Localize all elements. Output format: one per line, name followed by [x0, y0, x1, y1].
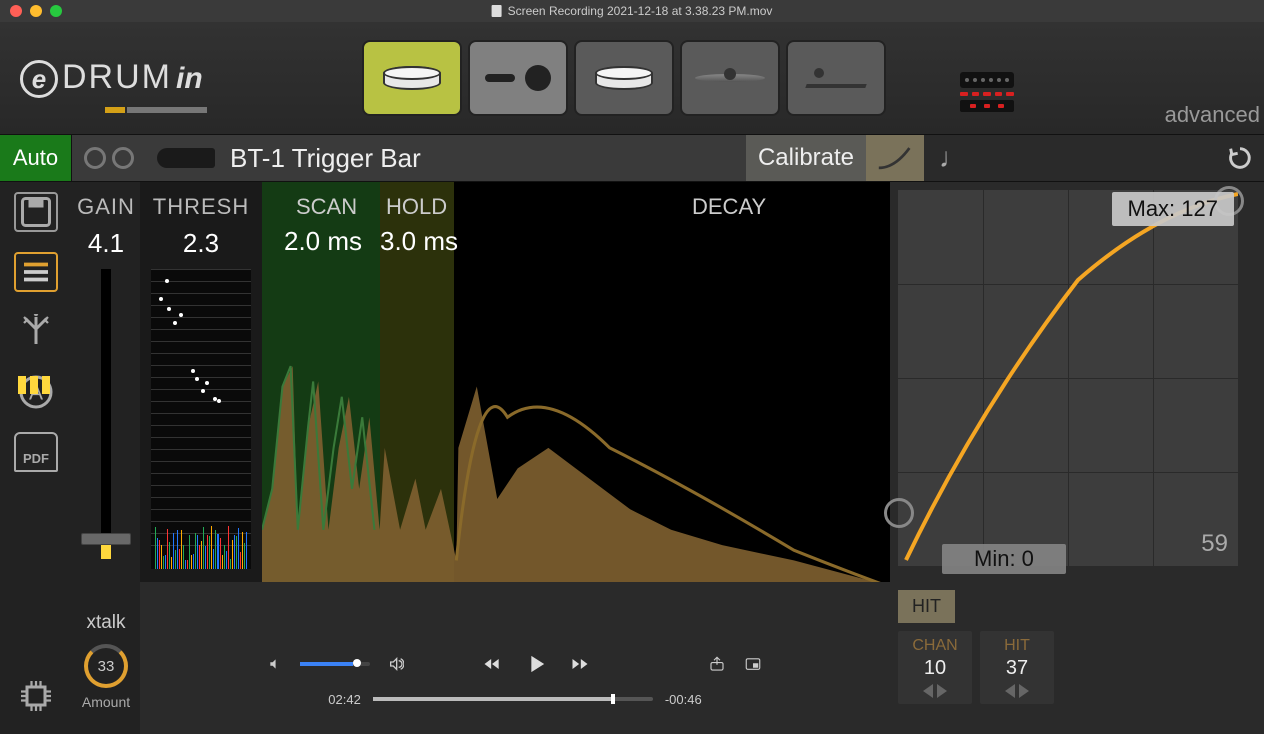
document-icon — [492, 5, 502, 17]
volume-high-icon[interactable] — [388, 656, 404, 672]
curve-current-value: 59 — [1201, 530, 1228, 558]
pedal-icon — [806, 68, 866, 88]
chan-box: CHAN 10 — [898, 631, 972, 704]
bar-pad-icon — [485, 65, 551, 91]
logo-brand: DRUM — [62, 58, 172, 97]
hit-increment[interactable] — [1019, 684, 1029, 698]
thresh-value: 2.3 — [183, 228, 219, 259]
xtalk-value: 33 — [98, 658, 115, 675]
gain-vu-meter — [18, 376, 50, 394]
xtalk-panel: xtalk 33 Amount — [72, 582, 140, 734]
save-preset-button[interactable] — [14, 192, 58, 232]
input-tab-snare[interactable] — [362, 40, 462, 116]
hit-panel: HIT CHAN 10 HIT 37 — [890, 582, 1264, 734]
gain-slider-thumb[interactable] — [81, 533, 131, 545]
logo-underline — [105, 107, 215, 113]
xtalk-unit: Amount — [82, 694, 130, 710]
hit-box: HIT 37 — [980, 631, 1054, 704]
note-view-button[interactable]: ♩ — [924, 135, 982, 181]
chan-label: CHAN — [898, 637, 972, 655]
window-title: Screen Recording 2021-12-18 at 3.38.23 P… — [492, 4, 773, 18]
trigger-thumbnail — [146, 135, 226, 181]
window-title-text: Screen Recording 2021-12-18 at 3.38.23 P… — [508, 4, 773, 18]
hit-tab[interactable]: HIT — [898, 590, 955, 623]
bottom-panel: xtalk 33 Amount 02:42 -00:46 — [72, 582, 1264, 734]
zoom-window-button[interactable] — [50, 5, 62, 17]
routing-button[interactable] — [14, 312, 58, 352]
chan-decrement[interactable] — [923, 684, 933, 698]
chip-icon — [18, 678, 54, 714]
zone-b-button[interactable] — [112, 147, 134, 169]
refresh-icon — [1226, 144, 1254, 172]
close-window-button[interactable] — [10, 5, 22, 17]
midi-port-icon[interactable] — [960, 72, 1014, 112]
forward-button[interactable] — [568, 654, 592, 674]
curve-view-button[interactable] — [866, 135, 924, 181]
pdf-label: PDF — [23, 451, 49, 466]
left-sidebar: A PDF — [0, 182, 72, 734]
app-header: e DRUM in advanced — [0, 22, 1264, 134]
manual-pdf-button[interactable]: PDF — [14, 432, 58, 472]
curve-min-label[interactable]: Min: 0 — [942, 544, 1066, 574]
control-bar: Auto BT-1 Trigger Bar Calibrate ♩ — [0, 134, 1264, 182]
xtalk-knob[interactable]: 33 — [84, 644, 128, 688]
share-button[interactable] — [708, 655, 726, 673]
curve-svg — [898, 190, 1238, 566]
gain-slider[interactable] — [101, 269, 111, 559]
curve-icon — [877, 144, 913, 172]
rewind-button[interactable] — [480, 654, 504, 674]
input-tab-cymbal[interactable] — [680, 40, 780, 116]
logo-e-icon: e — [20, 60, 58, 98]
volume-slider[interactable] — [300, 662, 370, 666]
refresh-button[interactable] — [1216, 135, 1264, 181]
zone-selector — [72, 135, 146, 181]
chan-value: 10 — [898, 657, 972, 680]
hit-decrement[interactable] — [1005, 684, 1015, 698]
curve-min-handle[interactable] — [884, 498, 914, 528]
split-arrows-icon — [18, 314, 54, 350]
minimize-window-button[interactable] — [30, 5, 42, 17]
list-icon — [18, 254, 54, 290]
bar-trigger-icon — [157, 148, 215, 168]
calibrate-button[interactable]: Calibrate — [746, 135, 866, 181]
gain-value: 4.1 — [88, 228, 124, 259]
chan-increment[interactable] — [937, 684, 947, 698]
input-selector-tabs — [362, 40, 886, 116]
floppy-icon — [18, 194, 54, 230]
input-tab-tom[interactable] — [574, 40, 674, 116]
gain-label: GAIN — [77, 194, 135, 220]
logo-in: in — [176, 62, 203, 96]
hit-label: HIT — [980, 637, 1054, 655]
remaining-time: -00:46 — [665, 692, 702, 707]
advanced-label[interactable]: advanced — [1165, 102, 1260, 128]
firmware-button[interactable] — [14, 676, 58, 716]
play-button[interactable] — [522, 650, 550, 678]
video-transport: 02:42 -00:46 — [140, 582, 890, 734]
tom-icon — [595, 66, 653, 90]
hit-value: 37 — [980, 657, 1054, 680]
zone-a-button[interactable] — [84, 147, 106, 169]
trigger-name[interactable]: BT-1 Trigger Bar — [226, 135, 746, 181]
waveform-svg — [262, 182, 890, 591]
elapsed-time: 02:42 — [328, 692, 361, 707]
list-view-button[interactable] — [14, 252, 58, 292]
progress-slider[interactable] — [373, 697, 653, 701]
threshold-display[interactable] — [151, 269, 251, 569]
input-tab-bar[interactable] — [468, 40, 568, 116]
window-titlebar: Screen Recording 2021-12-18 at 3.38.23 P… — [0, 0, 1264, 22]
volume-low-icon[interactable] — [268, 657, 282, 671]
snare-icon — [383, 66, 441, 90]
thresh-label: THRESH — [153, 194, 249, 220]
input-tab-pedal[interactable] — [786, 40, 886, 116]
auto-button[interactable]: Auto — [0, 135, 72, 181]
xtalk-label: xtalk — [86, 612, 125, 634]
curve-max-label[interactable]: Max: 127 — [1112, 192, 1235, 226]
pip-button[interactable] — [744, 655, 762, 673]
cymbal-icon — [695, 74, 765, 82]
app-logo: e DRUM in — [20, 58, 203, 99]
